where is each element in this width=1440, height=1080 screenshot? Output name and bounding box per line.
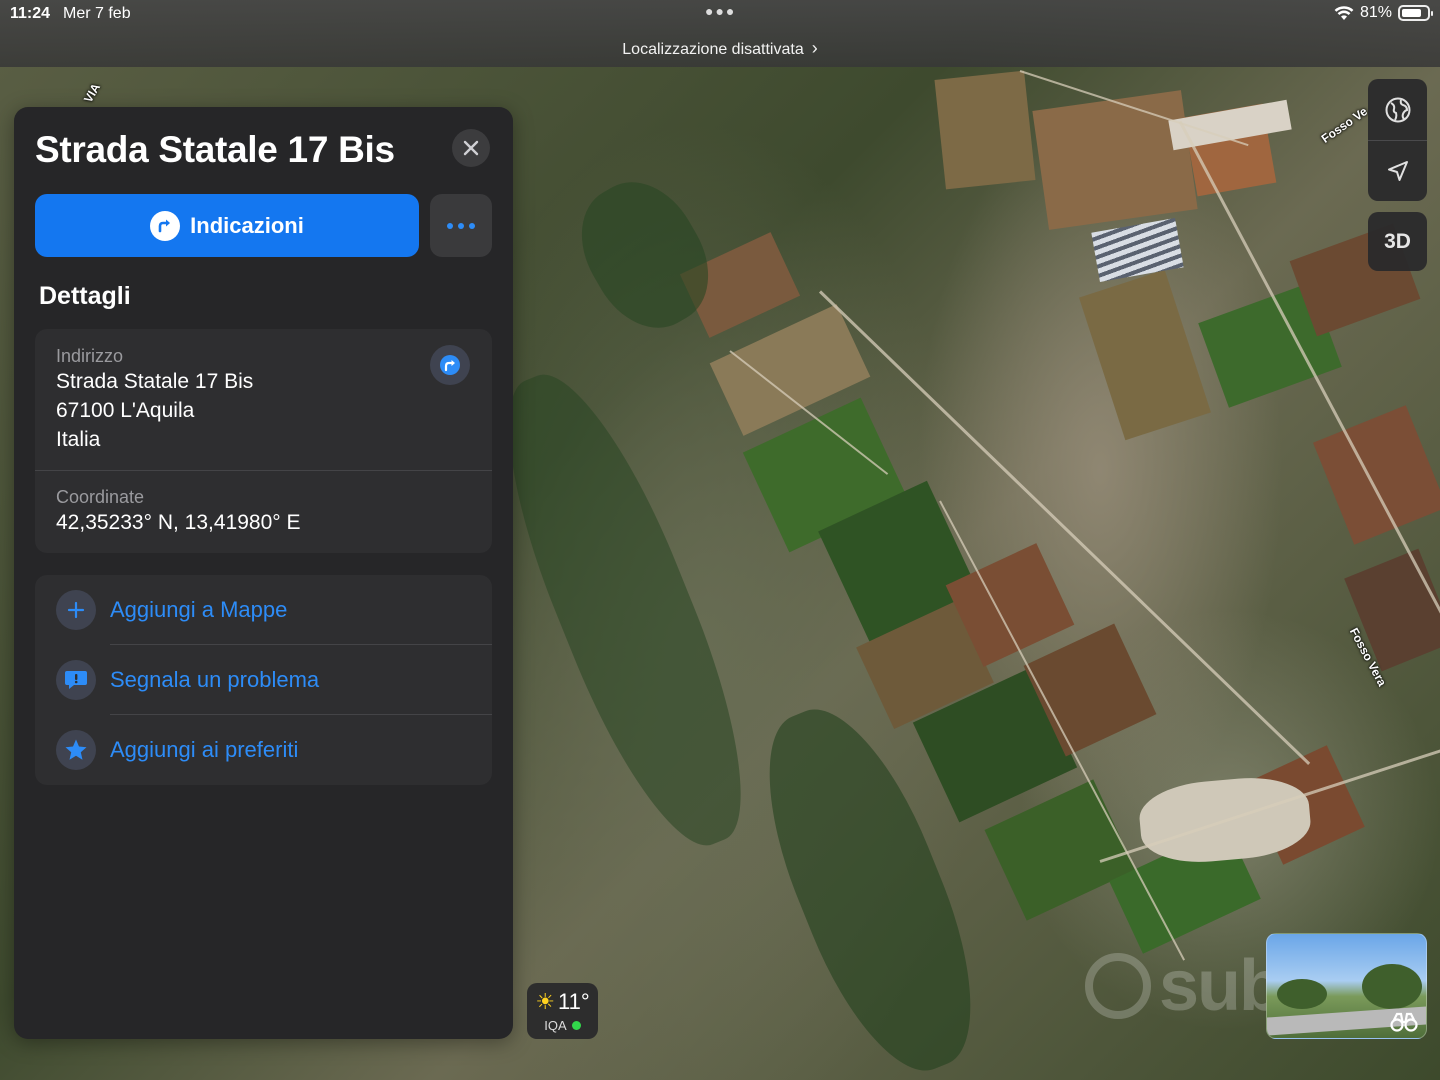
address-block[interactable]: Indirizzo Strada Statale 17 Bis 67100 L'…: [56, 346, 253, 454]
map-field: [934, 70, 1036, 190]
map-controls: [1368, 79, 1427, 201]
plus-icon: [56, 590, 96, 630]
address-line-2: 67100 L'Aquila: [56, 399, 195, 422]
map-mode-button[interactable]: [1368, 79, 1427, 140]
more-button[interactable]: [430, 194, 492, 257]
directions-icon: [150, 210, 181, 241]
map-field: [1079, 269, 1211, 441]
status-indicators: 81%: [1334, 4, 1433, 22]
address-line-1: Strada Statale 17 Bis: [56, 370, 254, 393]
binoculars-icon: [1390, 1012, 1418, 1032]
report-icon: [56, 660, 96, 700]
wifi-icon: [1334, 6, 1354, 20]
map-field: [1032, 90, 1198, 230]
directions-icon: [440, 355, 460, 375]
add-to-maps-label: Aggiungi a Mappe: [110, 597, 288, 622]
location-notice-text: Localizzazione disattivata: [622, 41, 804, 58]
report-problem-label: Segnala un problema: [110, 667, 320, 692]
weather-widget[interactable]: ☀ 11° IQA: [527, 983, 598, 1039]
directions-label: Indicazioni: [190, 212, 304, 238]
map-field: [984, 779, 1136, 921]
tree-shape: [1277, 979, 1327, 1009]
add-favorite-row[interactable]: Aggiungi ai preferiti: [35, 715, 492, 785]
add-to-maps-row[interactable]: Aggiungi a Mappe: [35, 575, 492, 645]
close-icon: [463, 140, 479, 156]
directions-button[interactable]: Indicazioni: [35, 194, 419, 257]
close-button[interactable]: [452, 129, 490, 167]
three-d-button[interactable]: 3D: [1368, 212, 1427, 271]
aqi-row: IQA: [527, 1018, 598, 1033]
coordinates-value: 42,35233° N, 13,41980° E: [56, 511, 301, 534]
coordinates-block[interactable]: Coordinate 42,35233° N, 13,41980° E: [56, 487, 300, 537]
forest-strip: [471, 353, 779, 867]
location-disabled-banner[interactable]: Localizzazione disattivata ›: [0, 38, 1440, 59]
globe-icon: [1385, 97, 1410, 122]
place-card: Strada Statale 17 Bis Indicazioni Dettag…: [14, 107, 513, 1039]
coordinates-label: Coordinate: [56, 487, 145, 507]
divider: [35, 470, 492, 471]
address-directions-button[interactable]: [430, 345, 470, 385]
report-problem-row[interactable]: Segnala un problema: [35, 645, 492, 715]
aqi-label: IQA: [544, 1018, 567, 1033]
map-label-via: VIA: [80, 80, 104, 106]
battery-percentage: 81%: [1359, 4, 1392, 21]
tree-shape: [1362, 964, 1422, 1009]
chevron-right-icon: ›: [811, 38, 818, 58]
weather-temp-row: ☀ 11°: [527, 989, 598, 1015]
address-label: Indirizzo: [56, 346, 124, 366]
watermark-logo-icon: [1085, 953, 1151, 1019]
add-favorite-label: Aggiungi ai preferiti: [110, 737, 299, 762]
location-arrow-icon: [1387, 160, 1408, 181]
actions-card: Aggiungi a Mappe Segnala un problema Agg…: [35, 575, 492, 785]
map-field: [1313, 405, 1440, 545]
temperature: 11°: [558, 989, 590, 1014]
battery-fill: [1402, 9, 1421, 17]
look-around-preview[interactable]: [1266, 933, 1427, 1039]
status-time: 11:24: [10, 5, 51, 22]
aqi-status-dot: [571, 1021, 581, 1030]
map-label-fosso-vera-top: Fosso Ve: [1318, 104, 1370, 146]
address-line-3: Italia: [56, 428, 101, 451]
star-icon: [56, 730, 96, 770]
sun-icon: ☀: [535, 989, 556, 1014]
details-heading: Dettagli: [39, 282, 131, 310]
battery-icon: [1398, 5, 1433, 21]
locate-me-button[interactable]: [1368, 140, 1427, 201]
multitasking-dots-icon[interactable]: ●●●: [705, 3, 736, 19]
status-date: Mer 7 feb: [63, 5, 131, 22]
greenhouses: [1091, 217, 1184, 283]
place-title: Strada Statale 17 Bis: [35, 129, 395, 170]
status-bar: 11:24 Mer 7 feb ●●● 81% Localizzazione d…: [0, 0, 1440, 67]
more-icon: [447, 222, 475, 229]
details-card: Indirizzo Strada Statale 17 Bis 67100 L'…: [35, 329, 492, 553]
